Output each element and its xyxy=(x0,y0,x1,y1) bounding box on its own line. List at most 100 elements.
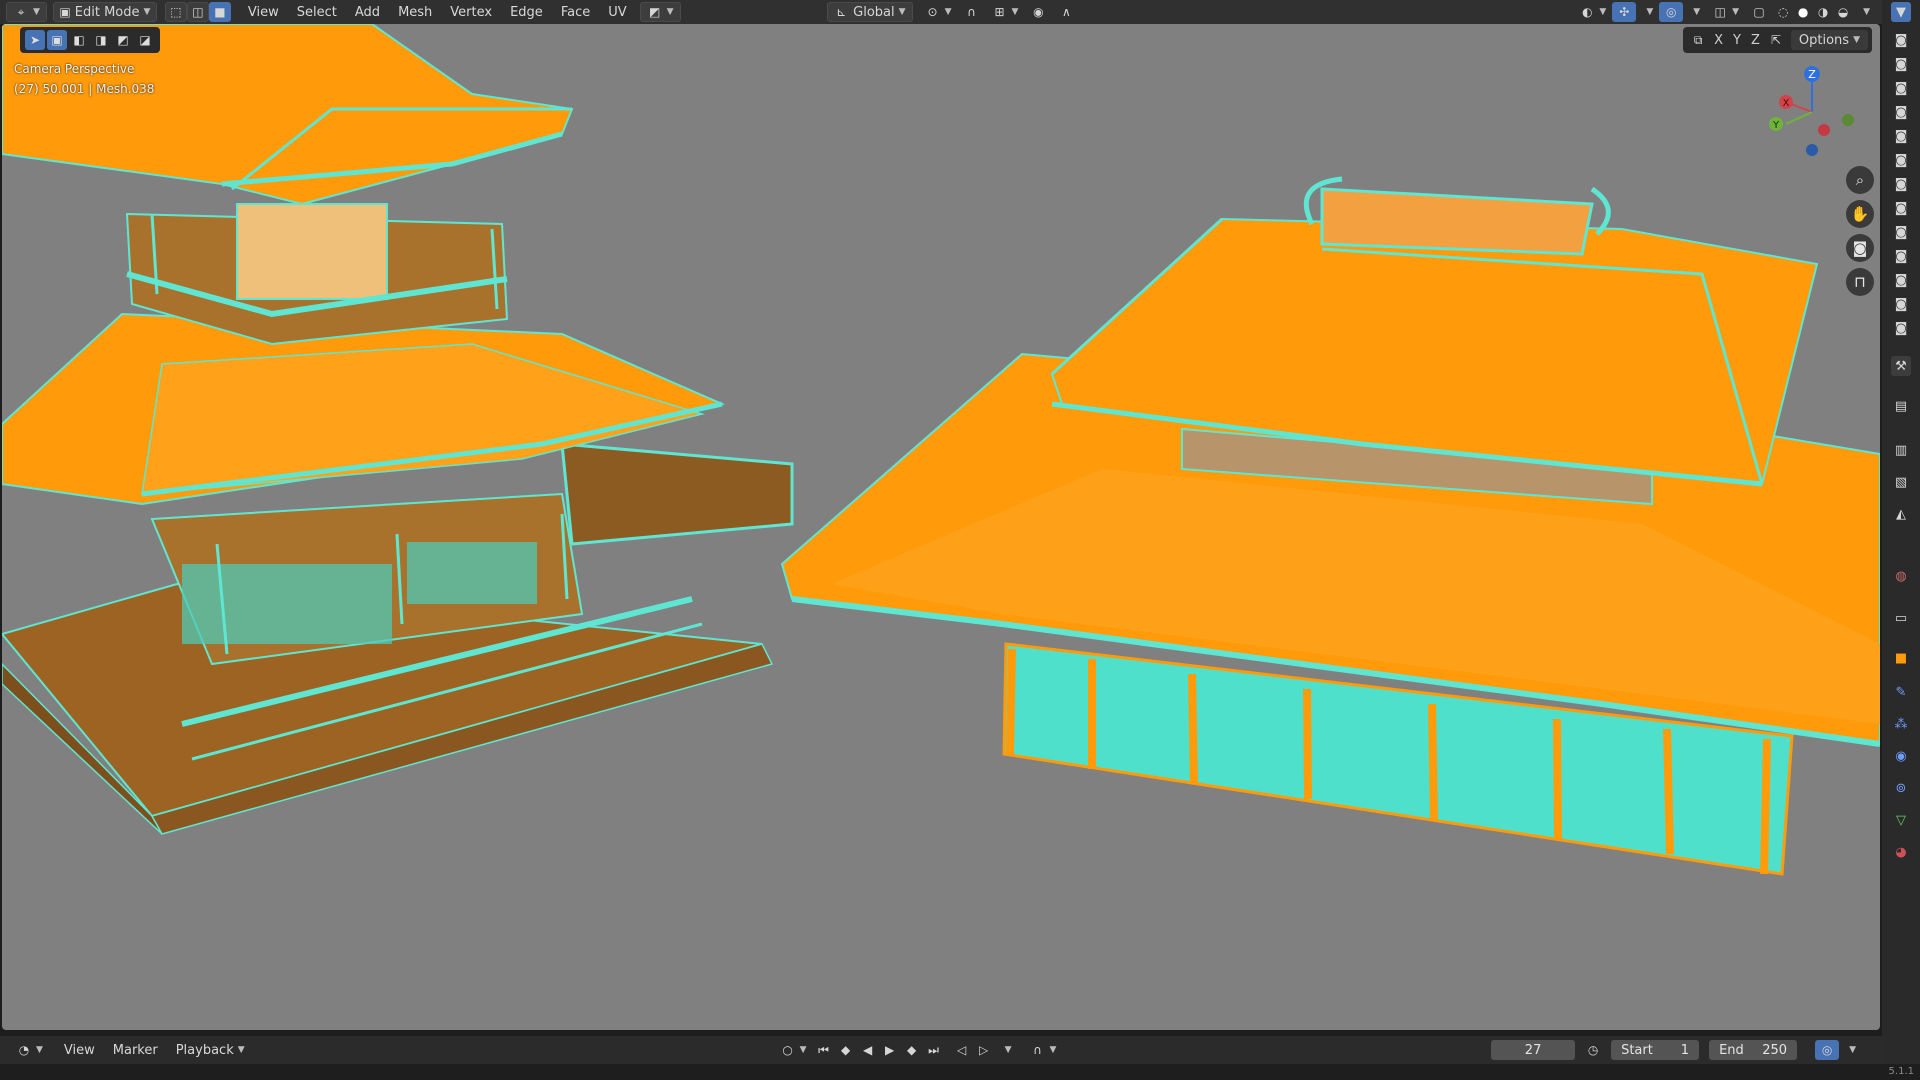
playback-dropdown[interactable]: ▼ xyxy=(995,1040,1018,1060)
gizmo-neg-x[interactable] xyxy=(1818,124,1830,136)
overlays-dropdown[interactable]: ▼ xyxy=(1683,2,1706,22)
auto-keying-button[interactable]: ∩ ▼ xyxy=(1024,1040,1063,1060)
menu-face[interactable]: Face xyxy=(552,1,599,23)
mirror-z-toggle[interactable]: Z xyxy=(1746,33,1765,48)
shading-dropdown[interactable]: ▼ xyxy=(1853,2,1876,22)
jump-end-button[interactable]: ⏭ xyxy=(923,1040,945,1060)
options-dropdown[interactable]: Options ▼ xyxy=(1790,30,1868,50)
snap-target-button[interactable]: ⊞ ▼ xyxy=(985,2,1024,22)
gizmo-neg-z[interactable] xyxy=(1806,144,1818,156)
menu-add[interactable]: Add xyxy=(346,1,389,23)
collection-visibility-10[interactable]: ◙ xyxy=(1891,246,1911,266)
collection-visibility-8[interactable]: ◙ xyxy=(1891,198,1911,218)
edge-select-button[interactable]: ◫ xyxy=(186,2,209,22)
properties-material-tab[interactable]: ◕ xyxy=(1891,842,1911,862)
collection-visibility-13[interactable]: ◙ xyxy=(1891,318,1911,338)
collection-visibility-7[interactable]: ◙ xyxy=(1891,174,1911,194)
use-preview-range-toggle[interactable]: ◷ xyxy=(1579,1040,1607,1060)
gizmo-dropdown[interactable]: ▼ xyxy=(1636,2,1659,22)
play-button[interactable]: ▶ xyxy=(879,1040,901,1060)
select-tool-button[interactable]: ➤ xyxy=(25,30,45,50)
menu-edge[interactable]: Edge xyxy=(501,1,552,23)
falloff-button[interactable]: ∧ xyxy=(1052,2,1080,22)
properties-tool-tab[interactable]: ⚒ xyxy=(1891,356,1911,376)
collection-visibility-6[interactable]: ◙ xyxy=(1891,150,1911,170)
snap-toggle[interactable]: ∩ xyxy=(957,2,985,22)
properties-physics-tab[interactable]: ◉ xyxy=(1891,746,1911,766)
proportional-edit-toggle[interactable]: ◉ xyxy=(1024,2,1052,22)
timeline-menu-view[interactable]: View xyxy=(55,1039,104,1061)
menu-select[interactable]: Select xyxy=(288,1,346,23)
select-extend-button[interactable]: ◧ xyxy=(69,30,89,50)
mirror-y-toggle[interactable]: Y xyxy=(1728,33,1746,48)
gizmo-toggle[interactable]: ✣ xyxy=(1612,2,1637,22)
properties-render-tab[interactable]: ▤ xyxy=(1891,396,1911,416)
prev-keyframe-button[interactable]: ◆ xyxy=(835,1040,857,1060)
keying-button[interactable]: ○ ▼ xyxy=(774,1040,813,1060)
menu-uv[interactable]: UV xyxy=(599,1,635,23)
overlays-toggle[interactable]: ◎ xyxy=(1659,2,1684,22)
menu-vertex[interactable]: Vertex xyxy=(441,1,501,23)
collection-visibility-4[interactable]: ◙ xyxy=(1891,102,1911,122)
mesh-overlays-button[interactable]: ◫ ▼ xyxy=(1706,2,1745,22)
editor-type-button[interactable]: ⌖ ▼ xyxy=(6,2,47,22)
properties-output-tab[interactable]: ▥ xyxy=(1891,440,1911,460)
collection-visibility-2[interactable]: ◙ xyxy=(1891,54,1911,74)
face-select-button[interactable]: ■ xyxy=(208,2,231,22)
menu-mesh[interactable]: Mesh xyxy=(389,1,441,23)
navigation-gizmo[interactable]: Z X Y xyxy=(1762,62,1862,162)
collection-visibility-1[interactable]: ◙ xyxy=(1891,30,1911,50)
gizmo-neg-y[interactable] xyxy=(1842,114,1854,126)
lock-camera-button[interactable]: ⊓ xyxy=(1846,268,1874,296)
collection-visibility-3[interactable]: ◙ xyxy=(1891,78,1911,98)
mirror-x-toggle[interactable]: X xyxy=(1709,33,1728,48)
properties-particles-tab[interactable]: ⁂ xyxy=(1891,714,1911,734)
vertex-select-button[interactable]: ⬚ xyxy=(164,2,187,22)
current-frame-field[interactable]: 27 xyxy=(1491,1040,1576,1060)
next-keyframe-button[interactable]: ◆ xyxy=(901,1040,923,1060)
mode-dropdown[interactable]: ▣ Edit Mode ▼ xyxy=(52,2,157,22)
visibility-button[interactable]: ◐ ▼ xyxy=(1573,2,1612,22)
timeline-menu-marker[interactable]: Marker xyxy=(104,1039,167,1061)
collection-visibility-5[interactable]: ◙ xyxy=(1891,126,1911,146)
select-intersect-button[interactable]: ◪ xyxy=(135,30,155,50)
properties-data-tab[interactable]: ▽ xyxy=(1891,810,1911,830)
play-reverse-button[interactable]: ◀ xyxy=(857,1040,879,1060)
properties-view-layer-tab[interactable]: ▧ xyxy=(1891,472,1911,492)
uv-sync-button[interactable]: ◩ ▼ xyxy=(639,2,681,22)
prev-frame-button[interactable]: ◁ xyxy=(951,1040,973,1060)
properties-scene-tab[interactable]: ◭ xyxy=(1891,504,1911,524)
shading-rendered-button[interactable]: ◒ xyxy=(1833,2,1853,22)
auto-merge-button[interactable]: ⇱ xyxy=(1766,30,1786,50)
properties-world-tab[interactable]: ◍ xyxy=(1891,566,1911,586)
mirror-icon-button[interactable]: ⧉ xyxy=(1688,30,1708,50)
timeline-menu-playback[interactable]: Playback ▼ xyxy=(167,1039,254,1061)
properties-constraints-tab[interactable]: ⊚ xyxy=(1891,778,1911,798)
timeline-overlay-toggle[interactable]: ◎ xyxy=(1815,1040,1840,1060)
pivot-point-button[interactable]: ⊙ ▼ xyxy=(919,2,958,22)
collection-visibility-12[interactable]: ◙ xyxy=(1891,294,1911,314)
select-new-button[interactable]: ▣ xyxy=(47,30,67,50)
shading-material-button[interactable]: ◑ xyxy=(1813,2,1833,22)
jump-start-button[interactable]: ⏮ xyxy=(813,1040,835,1060)
timeline-overlay-dropdown[interactable]: ▼ xyxy=(1839,1040,1862,1060)
shading-solid-button[interactable]: ● xyxy=(1793,2,1813,22)
select-invert-button[interactable]: ◩ xyxy=(113,30,133,50)
select-subtract-button[interactable]: ◨ xyxy=(91,30,111,50)
zoom-button[interactable]: ⌕ xyxy=(1846,166,1874,194)
3d-viewport[interactable]: ➤ ▣ ◧ ◨ ◩ ◪ Camera Perspective (27) 50.0… xyxy=(2,24,1880,1030)
properties-modifier-tab[interactable]: ✎ xyxy=(1891,682,1911,702)
shading-wireframe-button[interactable]: ◌ xyxy=(1773,2,1793,22)
start-frame-field[interactable]: Start 1 xyxy=(1611,1040,1700,1060)
collection-visibility-9[interactable]: ◙ xyxy=(1891,222,1911,242)
end-frame-field[interactable]: End 250 xyxy=(1709,1040,1798,1060)
next-frame-button[interactable]: ▷ xyxy=(973,1040,995,1060)
timeline-editor-type[interactable]: ◔ ▼ xyxy=(10,1040,49,1060)
menu-view[interactable]: View xyxy=(239,1,288,23)
pan-button[interactable]: ✋ xyxy=(1846,200,1874,228)
properties-object-tab[interactable]: ■ xyxy=(1891,648,1911,668)
collection-visibility-11[interactable]: ◙ xyxy=(1891,270,1911,290)
transform-orientation-dropdown[interactable]: ⊾ Global ▼ xyxy=(826,2,913,22)
camera-view-button[interactable]: ◙ xyxy=(1846,234,1874,262)
xray-toggle[interactable]: ▢ xyxy=(1745,2,1773,22)
